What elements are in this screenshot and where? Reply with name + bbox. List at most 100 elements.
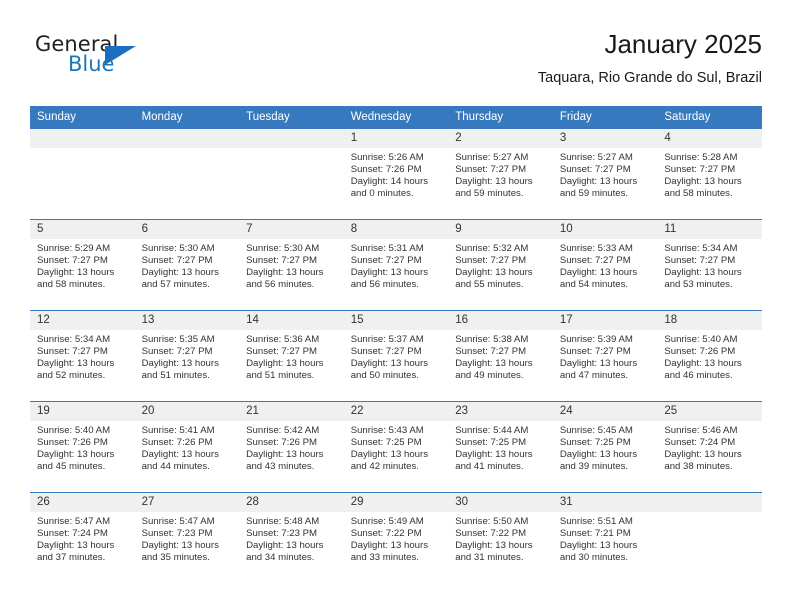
daylight-text-line1: Daylight: 13 hours bbox=[559, 267, 638, 279]
sunset-text: Sunset: 7:22 PM bbox=[350, 528, 422, 540]
daylight-text-line1: Daylight: 13 hours bbox=[455, 358, 533, 370]
calendar-day-cell[interactable]: 8 Sunrise: 5:31 AM Sunset: 7:27 PM Daylight… bbox=[343, 219, 449, 311]
sunrise-text: Sunrise: 5:40 AM bbox=[664, 334, 738, 345]
day-number: 6 bbox=[134, 220, 240, 239]
calendar-day-cell[interactable]: 20 Sunrise: 5:41 AM Sunset: 7:26 PM Dayligh… bbox=[134, 401, 240, 493]
day-details: Sunrise: 5:46 AM Sunset: 7:24 PM Daylight:… bbox=[657, 421, 762, 473]
day-details: Sunrise: 5:47 AM Sunset: 7:24 PM Daylight:… bbox=[30, 512, 135, 564]
sunset-text: Sunset: 7:27 PM bbox=[455, 255, 527, 267]
day-number: 8 bbox=[343, 220, 449, 239]
day-details: Sunrise: 5:42 AM Sunset: 7:26 PM Daylight:… bbox=[239, 421, 344, 473]
sunset-text: Sunset: 7:27 PM bbox=[455, 346, 527, 358]
day-number: 31 bbox=[552, 493, 658, 512]
calendar-day-cell[interactable]: 23 Sunrise: 5:44 AM Sunset: 7:25 PM Dayligh… bbox=[448, 401, 553, 493]
daylight-text-line1: Daylight: 13 hours bbox=[455, 176, 533, 188]
daylight-text-line1: Daylight: 14 hours bbox=[350, 176, 429, 188]
daylight-text-line2: and 41 minutes. bbox=[455, 461, 524, 473]
day-details: Sunrise: 5:27 AM Sunset: 7:27 PM Daylight:… bbox=[448, 148, 553, 200]
day-details: Sunrise: 5:30 AM Sunset: 7:27 PM Daylight:… bbox=[239, 239, 344, 291]
calendar-day-cell[interactable]: 14 Sunrise: 5:36 AM Sunset: 7:27 PM Dayligh… bbox=[239, 310, 344, 402]
daylight-text-line2: and 33 minutes. bbox=[350, 552, 419, 564]
daylight-text-line1: Daylight: 13 hours bbox=[141, 449, 219, 461]
sunrise-text: Sunrise: 5:47 AM bbox=[141, 516, 215, 527]
sunset-text: Sunset: 7:26 PM bbox=[141, 437, 213, 449]
weekday-header-tuesday: Tuesday bbox=[239, 106, 344, 129]
day-number: 5 bbox=[30, 220, 135, 239]
sunrise-text: Sunrise: 5:45 AM bbox=[559, 425, 633, 436]
daylight-text-line2: and 51 minutes. bbox=[141, 370, 210, 382]
calendar-day-cell[interactable]: 7 Sunrise: 5:30 AM Sunset: 7:27 PM Daylight… bbox=[239, 219, 344, 311]
calendar-day-cell[interactable]: 11 Sunrise: 5:34 AM Sunset: 7:27 PM Dayligh… bbox=[657, 219, 762, 311]
calendar-day-cell-empty bbox=[134, 129, 240, 220]
calendar-day-cell[interactable]: 31 Sunrise: 5:51 AM Sunset: 7:21 PM Dayligh… bbox=[552, 492, 658, 583]
day-number: 13 bbox=[134, 311, 240, 330]
daylight-text-line2: and 55 minutes. bbox=[455, 279, 524, 291]
day-number: 27 bbox=[134, 493, 240, 512]
daylight-text-line1: Daylight: 13 hours bbox=[37, 449, 115, 461]
sunset-text: Sunset: 7:25 PM bbox=[350, 437, 422, 449]
daylight-text-line2: and 59 minutes. bbox=[455, 188, 524, 200]
brand-logo[interactable]: General Blue bbox=[35, 32, 215, 88]
calendar-day-cell[interactable]: 3 Sunrise: 5:27 AM Sunset: 7:27 PM Daylight… bbox=[552, 129, 658, 220]
sunrise-text: Sunrise: 5:41 AM bbox=[141, 425, 215, 436]
daylight-text-line2: and 49 minutes. bbox=[455, 370, 524, 382]
day-details: Sunrise: 5:48 AM Sunset: 7:23 PM Daylight:… bbox=[239, 512, 344, 564]
calendar-day-cell[interactable]: 25 Sunrise: 5:46 AM Sunset: 7:24 PM Dayligh… bbox=[657, 401, 762, 493]
calendar-day-cell[interactable]: 15 Sunrise: 5:37 AM Sunset: 7:27 PM Dayligh… bbox=[343, 310, 449, 402]
daylight-text-line1: Daylight: 13 hours bbox=[350, 540, 429, 552]
sunrise-text: Sunrise: 5:44 AM bbox=[455, 425, 529, 436]
calendar-day-cell[interactable]: 21 Sunrise: 5:42 AM Sunset: 7:26 PM Dayligh… bbox=[239, 401, 344, 493]
daylight-text-line2: and 30 minutes. bbox=[559, 552, 629, 564]
calendar-day-cell[interactable]: 12 Sunrise: 5:34 AM Sunset: 7:27 PM Dayligh… bbox=[30, 310, 135, 402]
sunset-text: Sunset: 7:25 PM bbox=[455, 437, 527, 449]
calendar-day-cell[interactable]: 6 Sunrise: 5:30 AM Sunset: 7:27 PM Daylight… bbox=[134, 219, 240, 311]
day-details: Sunrise: 5:30 AM Sunset: 7:27 PM Daylight:… bbox=[135, 239, 240, 291]
calendar-week-row: 12 Sunrise: 5:34 AM Sunset: 7:27 PM Dayligh… bbox=[30, 310, 762, 402]
calendar-week-row: 26 Sunrise: 5:47 AM Sunset: 7:24 PM Dayligh… bbox=[30, 492, 762, 583]
calendar-day-cell[interactable]: 24 Sunrise: 5:45 AM Sunset: 7:25 PM Dayligh… bbox=[552, 401, 658, 493]
calendar-day-cell[interactable]: 9 Sunrise: 5:32 AM Sunset: 7:27 PM Daylight… bbox=[448, 219, 553, 311]
day-details: Sunrise: 5:40 AM Sunset: 7:26 PM Daylight:… bbox=[657, 330, 762, 382]
daylight-text-line2: and 37 minutes. bbox=[37, 552, 106, 564]
day-number: 24 bbox=[552, 402, 658, 421]
calendar-day-cell[interactable]: 1 Sunrise: 5:26 AM Sunset: 7:26 PM Daylight… bbox=[343, 129, 449, 220]
day-number bbox=[657, 493, 762, 512]
calendar-container: Sunday Monday Tuesday Wednesday Thursday Frid… bbox=[30, 106, 762, 583]
calendar-day-cell[interactable]: 4 Sunrise: 5:28 AM Sunset: 7:27 PM Daylight… bbox=[657, 129, 762, 220]
weekday-header-friday: Friday bbox=[552, 106, 658, 129]
sunset-text: Sunset: 7:26 PM bbox=[37, 437, 108, 449]
calendar-day-cell[interactable]: 29 Sunrise: 5:49 AM Sunset: 7:22 PM Dayligh… bbox=[343, 492, 449, 583]
calendar-day-cell[interactable]: 30 Sunrise: 5:50 AM Sunset: 7:22 PM Dayligh… bbox=[448, 492, 553, 583]
daylight-text-line2: and 50 minutes. bbox=[350, 370, 419, 382]
daylight-text-line1: Daylight: 13 hours bbox=[246, 540, 324, 552]
day-details: Sunrise: 5:37 AM Sunset: 7:27 PM Daylight:… bbox=[344, 330, 449, 382]
calendar-day-cell[interactable]: 28 Sunrise: 5:48 AM Sunset: 7:23 PM Dayligh… bbox=[239, 492, 344, 583]
calendar-day-cell[interactable]: 10 Sunrise: 5:33 AM Sunset: 7:27 PM Dayligh… bbox=[552, 219, 658, 311]
sunset-text: Sunset: 7:27 PM bbox=[37, 255, 108, 267]
calendar-day-cell[interactable]: 22 Sunrise: 5:43 AM Sunset: 7:25 PM Dayligh… bbox=[343, 401, 449, 493]
calendar-day-cell[interactable]: 19 Sunrise: 5:40 AM Sunset: 7:26 PM Dayligh… bbox=[30, 401, 135, 493]
day-details: Sunrise: 5:45 AM Sunset: 7:25 PM Daylight:… bbox=[553, 421, 658, 473]
sunrise-text: Sunrise: 5:42 AM bbox=[246, 425, 320, 436]
calendar-day-cell[interactable]: 5 Sunrise: 5:29 AM Sunset: 7:27 PM Daylight… bbox=[30, 219, 135, 311]
daylight-text-line2: and 43 minutes. bbox=[246, 461, 315, 473]
calendar-day-cell[interactable]: 2 Sunrise: 5:27 AM Sunset: 7:27 PM Daylight… bbox=[448, 129, 553, 220]
day-number: 20 bbox=[134, 402, 240, 421]
daylight-text-line2: and 34 minutes. bbox=[246, 552, 315, 564]
sunset-text: Sunset: 7:27 PM bbox=[246, 255, 318, 267]
calendar-day-cell[interactable]: 18 Sunrise: 5:40 AM Sunset: 7:26 PM Dayligh… bbox=[657, 310, 762, 402]
calendar-day-cell[interactable]: 16 Sunrise: 5:38 AM Sunset: 7:27 PM Dayligh… bbox=[448, 310, 553, 402]
sunrise-text: Sunrise: 5:38 AM bbox=[455, 334, 529, 345]
sunrise-text: Sunrise: 5:34 AM bbox=[37, 334, 111, 345]
daylight-text-line2: and 47 minutes. bbox=[559, 370, 629, 382]
calendar-week-row: 19 Sunrise: 5:40 AM Sunset: 7:26 PM Dayligh… bbox=[30, 401, 762, 493]
calendar-day-cell[interactable]: 27 Sunrise: 5:47 AM Sunset: 7:23 PM Dayligh… bbox=[134, 492, 240, 583]
daylight-text-line2: and 46 minutes. bbox=[664, 370, 733, 382]
calendar-page: General Blue January 2025 Taquara, Rio G… bbox=[0, 0, 792, 612]
daylight-text-line1: Daylight: 13 hours bbox=[559, 540, 638, 552]
sunrise-text: Sunrise: 5:27 AM bbox=[559, 152, 633, 163]
day-details: Sunrise: 5:28 AM Sunset: 7:27 PM Daylight:… bbox=[657, 148, 762, 200]
calendar-day-cell[interactable]: 13 Sunrise: 5:35 AM Sunset: 7:27 PM Dayligh… bbox=[134, 310, 240, 402]
calendar-day-cell[interactable]: 17 Sunrise: 5:39 AM Sunset: 7:27 PM Dayligh… bbox=[552, 310, 658, 402]
calendar-day-cell[interactable]: 26 Sunrise: 5:47 AM Sunset: 7:24 PM Dayligh… bbox=[30, 492, 135, 583]
